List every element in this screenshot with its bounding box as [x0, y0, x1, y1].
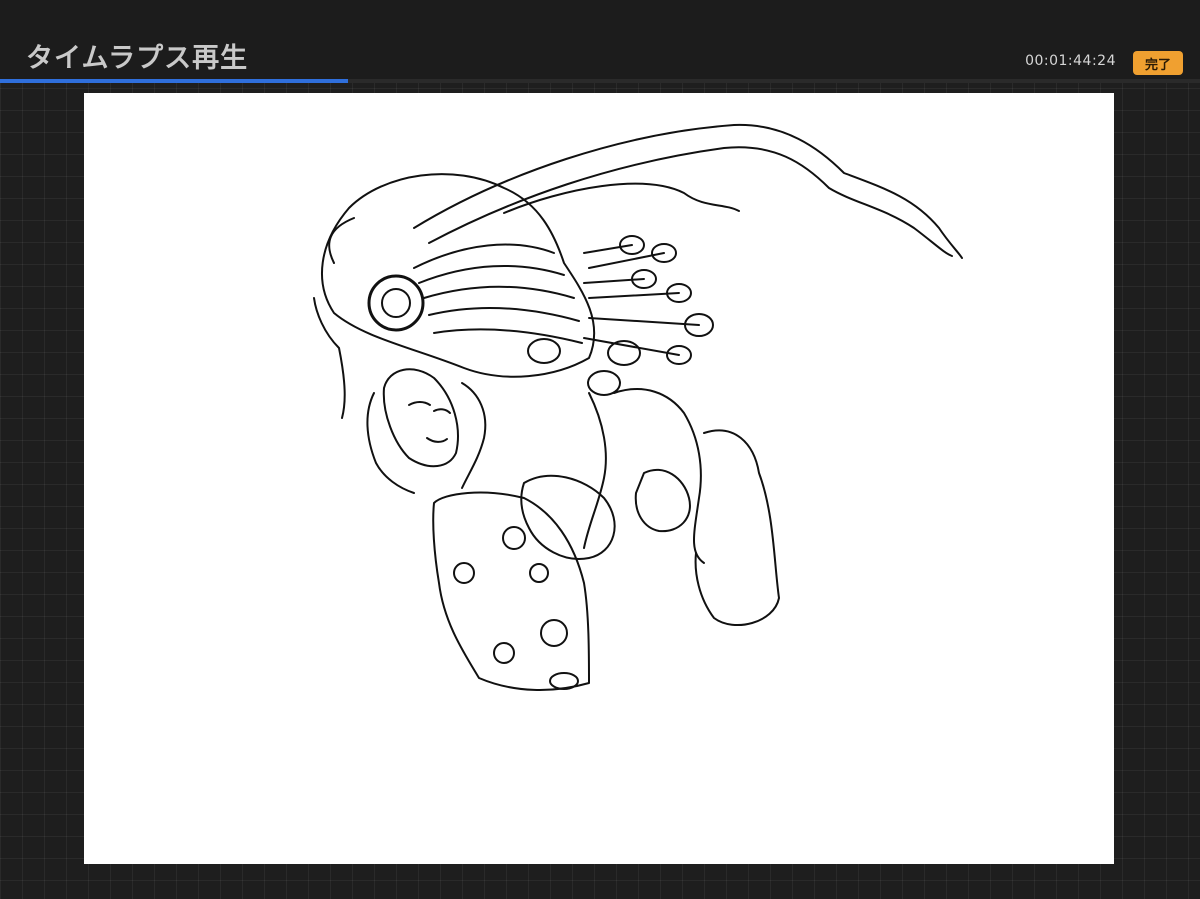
bead-stalk	[583, 244, 700, 356]
ribbon-stroke	[413, 123, 963, 259]
torso-spot	[493, 642, 515, 664]
page-title: タイムラプス再生	[26, 43, 249, 74]
helmet-outline	[328, 217, 355, 264]
ribbon-stroke	[503, 182, 740, 214]
arm-outline	[694, 429, 780, 627]
feather-stroke	[413, 243, 555, 269]
helmet-outline	[321, 173, 596, 378]
line-art-illustration	[313, 123, 963, 691]
timecode-display: 00:01:44:24	[1025, 53, 1116, 69]
face-feature	[426, 437, 448, 443]
torso-spot	[549, 672, 579, 690]
face-outline	[382, 368, 459, 468]
arm-outline	[583, 392, 607, 549]
face-feature	[408, 401, 431, 406]
playback-progress-bar[interactable]	[0, 79, 1200, 83]
done-button[interactable]: 完了	[1133, 51, 1183, 75]
hand-outline	[634, 468, 691, 533]
owl-eye	[381, 288, 411, 318]
helmet-outline	[313, 297, 346, 419]
hair-stroke	[461, 382, 487, 489]
face-feature	[433, 408, 451, 414]
ribbon-stroke	[428, 146, 953, 257]
bead	[587, 370, 621, 396]
torso-spot	[540, 619, 568, 647]
bead	[527, 338, 561, 364]
drawing-canvas	[84, 93, 1114, 864]
arm-outline	[613, 388, 705, 564]
top-bar: タイムラプス再生 00:01:44:24 完了	[0, 0, 1200, 80]
owl-eye	[367, 274, 425, 332]
hair-stroke	[366, 392, 415, 494]
feather-stroke	[433, 328, 583, 344]
feather-stroke	[423, 285, 575, 299]
playback-progress-fill	[0, 79, 348, 83]
feather-stroke	[418, 265, 565, 284]
torso-spot	[502, 526, 526, 550]
torso-spot	[529, 563, 549, 583]
torso-spot	[453, 562, 475, 584]
feather-stroke	[428, 306, 580, 322]
